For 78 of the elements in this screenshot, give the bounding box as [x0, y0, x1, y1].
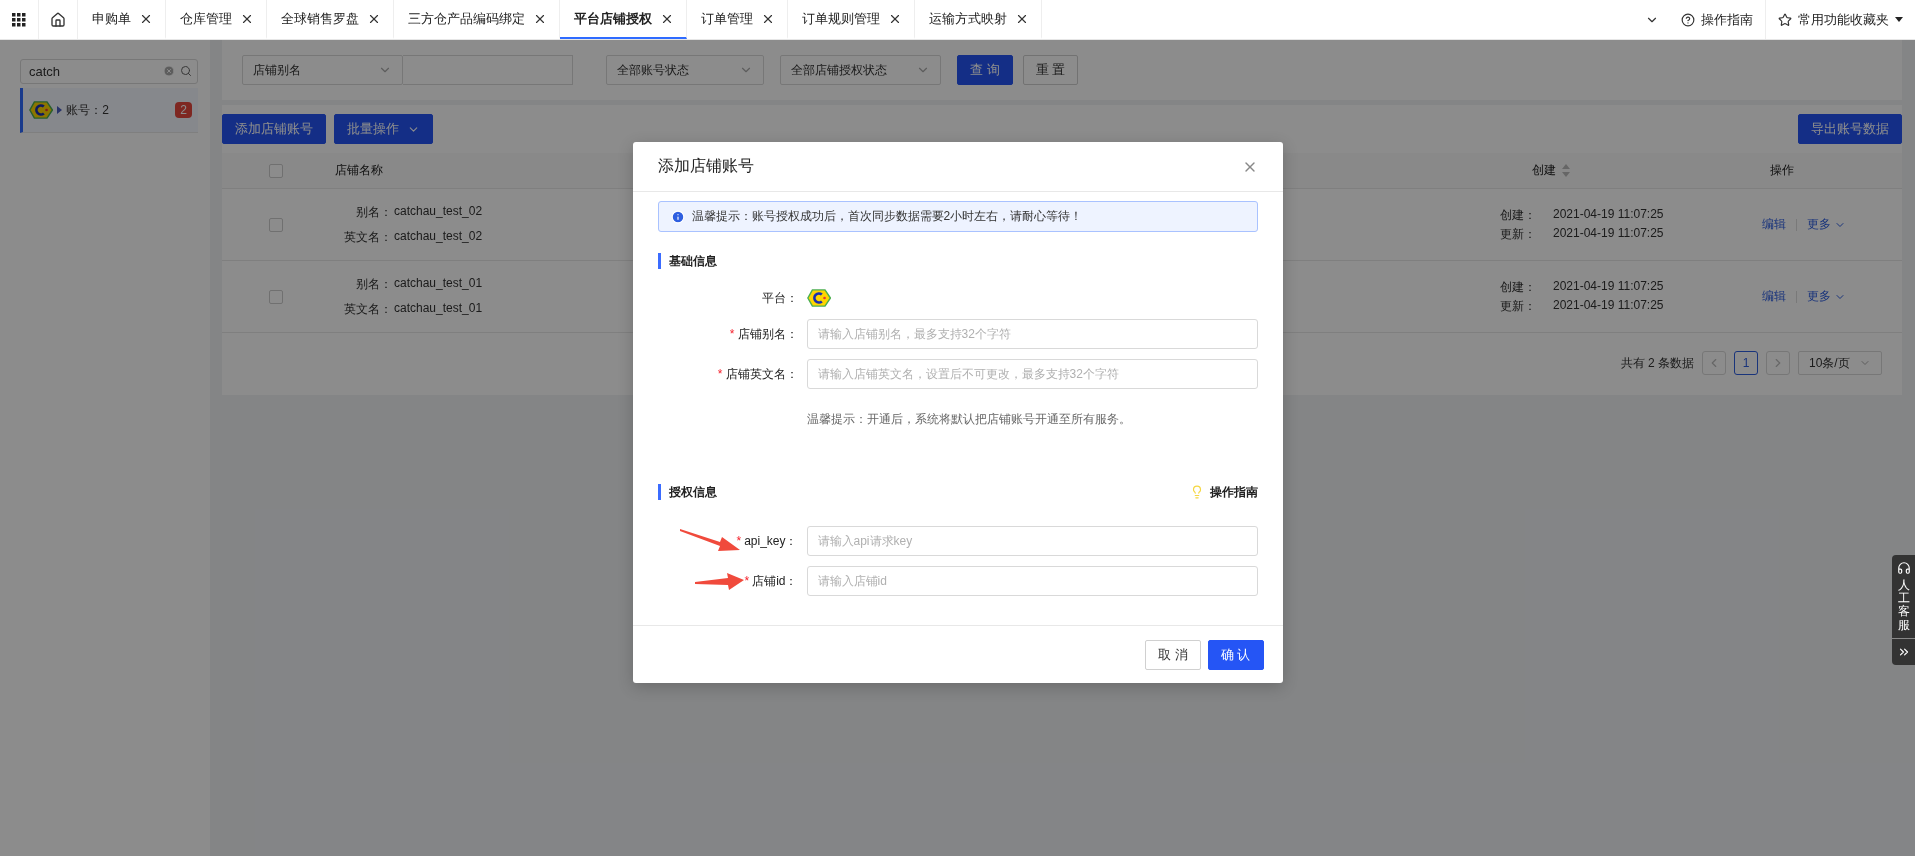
- guide-link[interactable]: 操作指南: [1189, 483, 1258, 501]
- account-status-select[interactable]: 全部账号状态: [606, 55, 764, 85]
- field-label: 平台：: [761, 289, 798, 307]
- platform-logo-icon: [29, 101, 54, 119]
- headset-icon: [1896, 561, 1911, 575]
- edit-link[interactable]: 编辑: [1762, 216, 1786, 233]
- export-button[interactable]: 导出账号数据: [1798, 114, 1902, 144]
- notice-text: 温馨提示：账号授权成功后，首次同步数据需要2小时左右，请耐心等待！: [691, 208, 1083, 225]
- more-link[interactable]: 更多: [1807, 216, 1846, 233]
- table-cell-text: catchau_test_01: [394, 275, 483, 292]
- search-field[interactable]: catch: [20, 59, 198, 84]
- field-label-text: 店铺英文名：: [725, 365, 798, 383]
- guide-link[interactable]: 操作指南: [1701, 10, 1753, 29]
- table-cell-text: catchau_test_02: [394, 228, 483, 245]
- required-mark: *: [744, 574, 750, 588]
- star-icon: [1778, 12, 1792, 27]
- field-select[interactable]: 店铺别名: [242, 55, 403, 85]
- sidebar-item[interactable]: 账号：2 2: [20, 88, 198, 133]
- caret-down-icon: [1895, 16, 1903, 23]
- confirm-button[interactable]: 确 认: [1207, 639, 1264, 670]
- input-field[interactable]: 请输入店铺英文名，设置后不可更改，最多支持32个字符: [806, 359, 1258, 389]
- caret-right-icon[interactable]: [57, 106, 63, 114]
- add-account-button[interactable]: 添加店铺账号: [222, 114, 326, 144]
- field-label-text: 店铺id：: [752, 572, 798, 590]
- checkbox[interactable]: [269, 163, 283, 178]
- field-label-text: 店铺别名：: [737, 325, 798, 343]
- column-header: 操作: [1770, 163, 1794, 177]
- apps-grid-icon[interactable]: [12, 12, 26, 27]
- section-title: 授权信息: [657, 484, 717, 500]
- table-cell-text: catchau_test_02: [394, 203, 483, 220]
- page-size-select[interactable]: 10条/页: [1798, 351, 1882, 375]
- table-cell-text: 2021-04-19 11:07:25: [1553, 297, 1665, 314]
- total-count: 共有 2 条数据: [1620, 354, 1694, 372]
- field-label: 英文名：: [344, 228, 392, 246]
- favorites-menu[interactable]: 常用功能收藏夹: [1798, 10, 1889, 29]
- search-icon[interactable]: [180, 65, 192, 77]
- customer-service-widget[interactable]: 人工客服: [1892, 555, 1915, 665]
- table-cell-text: 2021-04-19 11:07:25: [1553, 278, 1665, 295]
- input-field[interactable]: 请输入店铺id: [806, 566, 1258, 596]
- required-mark: *: [729, 327, 735, 341]
- field-label-text: api_key：: [744, 532, 798, 550]
- account-count-label: 账号：2: [66, 101, 109, 119]
- column-header: 创建: [1532, 162, 1556, 179]
- field-label: 别名：: [355, 275, 392, 293]
- field-label: 更新：: [1500, 297, 1537, 315]
- info-icon: [670, 209, 685, 224]
- field-label: 别名：: [355, 203, 392, 221]
- batch-actions-button[interactable]: 批量操作: [334, 114, 433, 144]
- field-label: 创建：: [1500, 278, 1537, 296]
- cancel-button[interactable]: 取 消: [1145, 639, 1201, 670]
- field-label: 英文名：: [344, 300, 392, 318]
- required-mark: *: [717, 367, 723, 381]
- platform-logo-icon: [806, 289, 831, 307]
- edit-link[interactable]: 编辑: [1762, 288, 1786, 305]
- input-field[interactable]: 请输入api请求key: [806, 526, 1258, 556]
- column-header: 店铺名称: [335, 163, 383, 177]
- more-link[interactable]: 更多: [1807, 288, 1846, 305]
- required-mark: *: [736, 534, 742, 548]
- auth-status-select[interactable]: 全部店铺授权状态: [780, 55, 941, 85]
- checkbox[interactable]: [269, 217, 283, 232]
- field-label: 创建：: [1500, 206, 1537, 224]
- tab[interactable]: 平台店铺授权: [560, 0, 687, 39]
- hint-text: 温馨提示：开通后，系统将默认把店铺账号开通至所有服务。: [806, 411, 1132, 428]
- input-field[interactable]: 请输入店铺别名，最多支持32个字符: [806, 319, 1258, 349]
- checkbox[interactable]: [269, 289, 283, 304]
- reset-button[interactable]: 重 置: [1022, 55, 1079, 85]
- table-cell-text: catchau_test_01: [394, 300, 483, 317]
- home-icon[interactable]: [50, 11, 66, 28]
- page-button[interactable]: 1: [1734, 351, 1758, 375]
- table-cell-text: 2021-04-19 11:07:25: [1553, 225, 1665, 242]
- section-title: 基础信息: [657, 253, 717, 269]
- dialog-title: 添加店铺账号: [657, 156, 754, 176]
- customer-service-label: 人工客服: [1897, 579, 1910, 632]
- field-label: 更新：: [1500, 225, 1537, 243]
- table-cell-text: 2021-04-19 11:07:25: [1553, 206, 1665, 223]
- count-badge: 2: [175, 102, 192, 118]
- query-button[interactable]: 查 询: [957, 55, 1013, 85]
- help-icon: [1681, 12, 1695, 27]
